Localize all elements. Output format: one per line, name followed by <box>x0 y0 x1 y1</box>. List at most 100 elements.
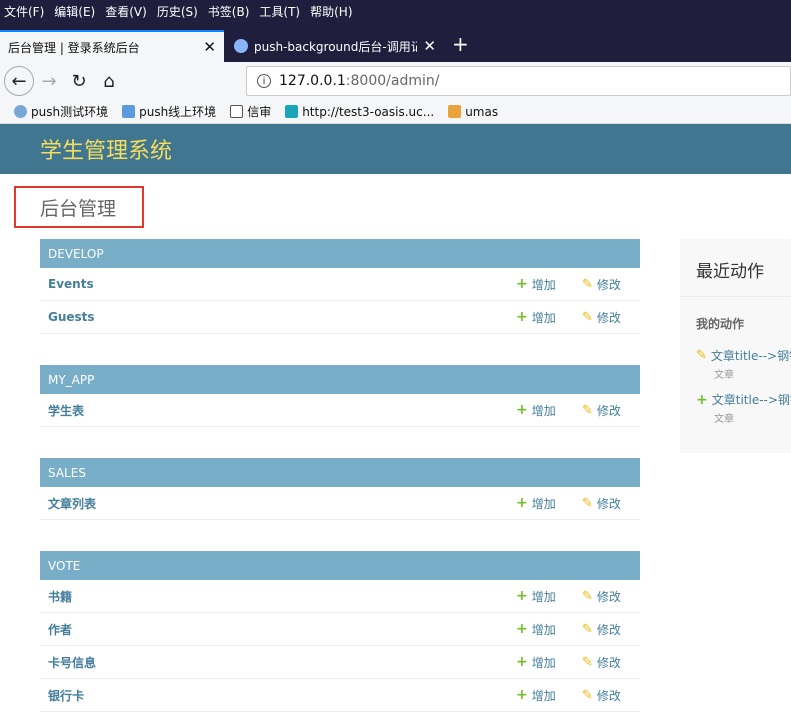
info-icon[interactable]: i <box>257 74 271 88</box>
pencil-icon: ✎ <box>582 654 593 670</box>
model-link[interactable]: 文章列表 <box>48 495 96 512</box>
menu-bookmarks[interactable]: 书签(B) <box>208 3 250 20</box>
change-link[interactable]: ✎ 修改 <box>582 621 621 638</box>
close-icon[interactable]: ✕ <box>423 37 436 55</box>
change-label: 修改 <box>596 403 621 418</box>
add-link[interactable]: + 增加 <box>516 588 556 605</box>
tab-label: push-background后台-调用记 <box>254 39 418 54</box>
pencil-icon: ✎ <box>582 402 593 418</box>
change-link[interactable]: ✎ 修改 <box>582 588 621 605</box>
globe-icon <box>234 39 248 53</box>
site-title[interactable]: 学生管理系统 <box>40 133 172 165</box>
change-link[interactable]: ✎ 修改 <box>582 654 621 671</box>
menu-bar: 文件(F) 编辑(E) 查看(V) 历史(S) 书签(B) 工具(T) 帮助(H… <box>0 0 791 22</box>
module-caption[interactable]: MY_APP <box>40 365 640 394</box>
model-row-books: 书籍 + 增加 ✎ 修改 <box>40 580 640 613</box>
menu-help[interactable]: 帮助(H) <box>310 3 352 20</box>
change-label: 修改 <box>596 310 621 325</box>
change-label: 修改 <box>596 277 621 292</box>
model-link[interactable]: 学生表 <box>48 402 84 419</box>
add-link[interactable]: + 增加 <box>516 687 556 704</box>
recent-entry-type: 文章 <box>714 414 734 425</box>
add-label: 增加 <box>531 655 556 670</box>
recent-entry-link[interactable]: +文章title-->钢铁 <box>696 391 791 408</box>
tab-push-background[interactable]: push-background后台-调用记 ✕ <box>226 30 444 62</box>
menu-view[interactable]: 查看(V) <box>105 3 147 20</box>
home-button[interactable]: ⌂ <box>94 66 124 96</box>
tab-admin[interactable]: 后台管理 | 登录系统后台 ✕ <box>0 30 224 62</box>
change-link[interactable]: ✎ 修改 <box>582 309 621 326</box>
add-link[interactable]: + 增加 <box>516 495 556 512</box>
change-link[interactable]: ✎ 修改 <box>582 495 621 512</box>
pencil-icon: ✎ <box>582 621 593 637</box>
plus-icon: + <box>696 391 708 408</box>
bookmark-push-prod[interactable]: push线上环境 <box>122 103 216 120</box>
recent-entry-type: 文章 <box>714 370 734 381</box>
reload-button[interactable]: ↻ <box>64 66 94 96</box>
add-label: 增加 <box>531 496 556 511</box>
bookmark-umas[interactable]: umas <box>448 105 498 119</box>
model-link[interactable]: 卡号信息 <box>48 654 96 671</box>
model-link[interactable]: Events <box>48 277 94 291</box>
model-link[interactable]: 书籍 <box>48 588 72 605</box>
forward-button[interactable]: → <box>34 66 64 96</box>
bookmark-label: push线上环境 <box>139 105 217 119</box>
change-link[interactable]: ✎ 修改 <box>582 276 621 293</box>
folder-icon <box>230 105 244 118</box>
add-link[interactable]: + 增加 <box>516 309 556 326</box>
add-label: 增加 <box>531 688 556 703</box>
bookmark-oasis[interactable]: http://test3-oasis.uc... <box>285 105 434 119</box>
menu-tools[interactable]: 工具(T) <box>259 3 300 20</box>
model-row-students: 学生表 + 增加 ✎ 修改 <box>40 394 640 427</box>
model-row-authors: 作者 + 增加 ✎ 修改 <box>40 613 640 646</box>
pencil-icon: ✎ <box>582 276 593 292</box>
menu-file[interactable]: 文件(F) <box>4 3 44 20</box>
add-link[interactable]: + 增加 <box>516 654 556 671</box>
tab-bar: 后台管理 | 登录系统后台 ✕ push-background后台-调用记 ✕ … <box>0 22 791 62</box>
add-link[interactable]: + 增加 <box>516 402 556 419</box>
pencil-icon: ✎ <box>582 495 593 511</box>
change-label: 修改 <box>596 496 621 511</box>
add-label: 增加 <box>531 277 556 292</box>
close-icon[interactable]: ✕ <box>203 38 216 56</box>
menu-history[interactable]: 历史(S) <box>157 3 198 20</box>
bookmarks-bar: push测试环境 push线上环境 信审 http://test3-oasis.… <box>0 100 791 124</box>
recent-entry: ✎文章title-->钢铁 文章 <box>696 347 791 381</box>
bookmark-push-test[interactable]: push测试环境 <box>14 103 108 120</box>
bookmark-folder-xinshen[interactable]: 信审 <box>230 103 271 120</box>
module-caption[interactable]: VOTE <box>40 551 640 580</box>
module-caption[interactable]: SALES <box>40 458 640 487</box>
change-link[interactable]: ✎ 修改 <box>582 687 621 704</box>
pencil-icon: ✎ <box>582 309 593 325</box>
add-label: 增加 <box>531 622 556 637</box>
recent-entry: +文章title-->钢铁 文章 <box>696 391 791 426</box>
shield-icon <box>122 105 136 118</box>
back-button[interactable]: ← <box>4 66 34 96</box>
pencil-icon: ✎ <box>582 687 593 703</box>
plus-icon: + <box>516 276 528 292</box>
model-link[interactable]: 作者 <box>48 621 72 638</box>
model-link[interactable]: 银行卡 <box>48 687 84 704</box>
change-link[interactable]: ✎ 修改 <box>582 402 621 419</box>
model-row-bank-cards: 银行卡 + 增加 ✎ 修改 <box>40 679 640 712</box>
arrow-left-icon: ← <box>11 70 27 92</box>
bookmark-label: http://test3-oasis.uc... <box>302 104 435 119</box>
model-row-card-info: 卡号信息 + 增加 ✎ 修改 <box>40 646 640 679</box>
add-link[interactable]: + 增加 <box>516 621 556 638</box>
url-bar[interactable]: i 127.0.0.1:8000/admin/ <box>246 66 791 96</box>
recent-entry-link[interactable]: ✎文章title-->钢铁 <box>696 347 791 364</box>
tab-label: 后台管理 | 登录系统后台 <box>8 40 140 55</box>
menu-edit[interactable]: 编辑(E) <box>54 3 95 20</box>
new-tab-button[interactable]: + <box>452 32 469 56</box>
change-label: 修改 <box>596 622 621 637</box>
add-label: 增加 <box>531 403 556 418</box>
model-row-guests: Guests + 增加 ✎ 修改 <box>40 301 640 334</box>
model-row-events: Events + 增加 ✎ 修改 <box>40 268 640 301</box>
plus-icon: + <box>516 687 528 703</box>
module-caption[interactable]: DEVELOP <box>40 239 640 268</box>
add-link[interactable]: + 增加 <box>516 276 556 293</box>
recent-entry-text: 文章title-->钢铁 <box>710 349 791 363</box>
model-link[interactable]: Guests <box>48 310 95 324</box>
plus-icon: + <box>516 588 528 604</box>
recent-actions-title: 最近动作 <box>696 262 764 282</box>
